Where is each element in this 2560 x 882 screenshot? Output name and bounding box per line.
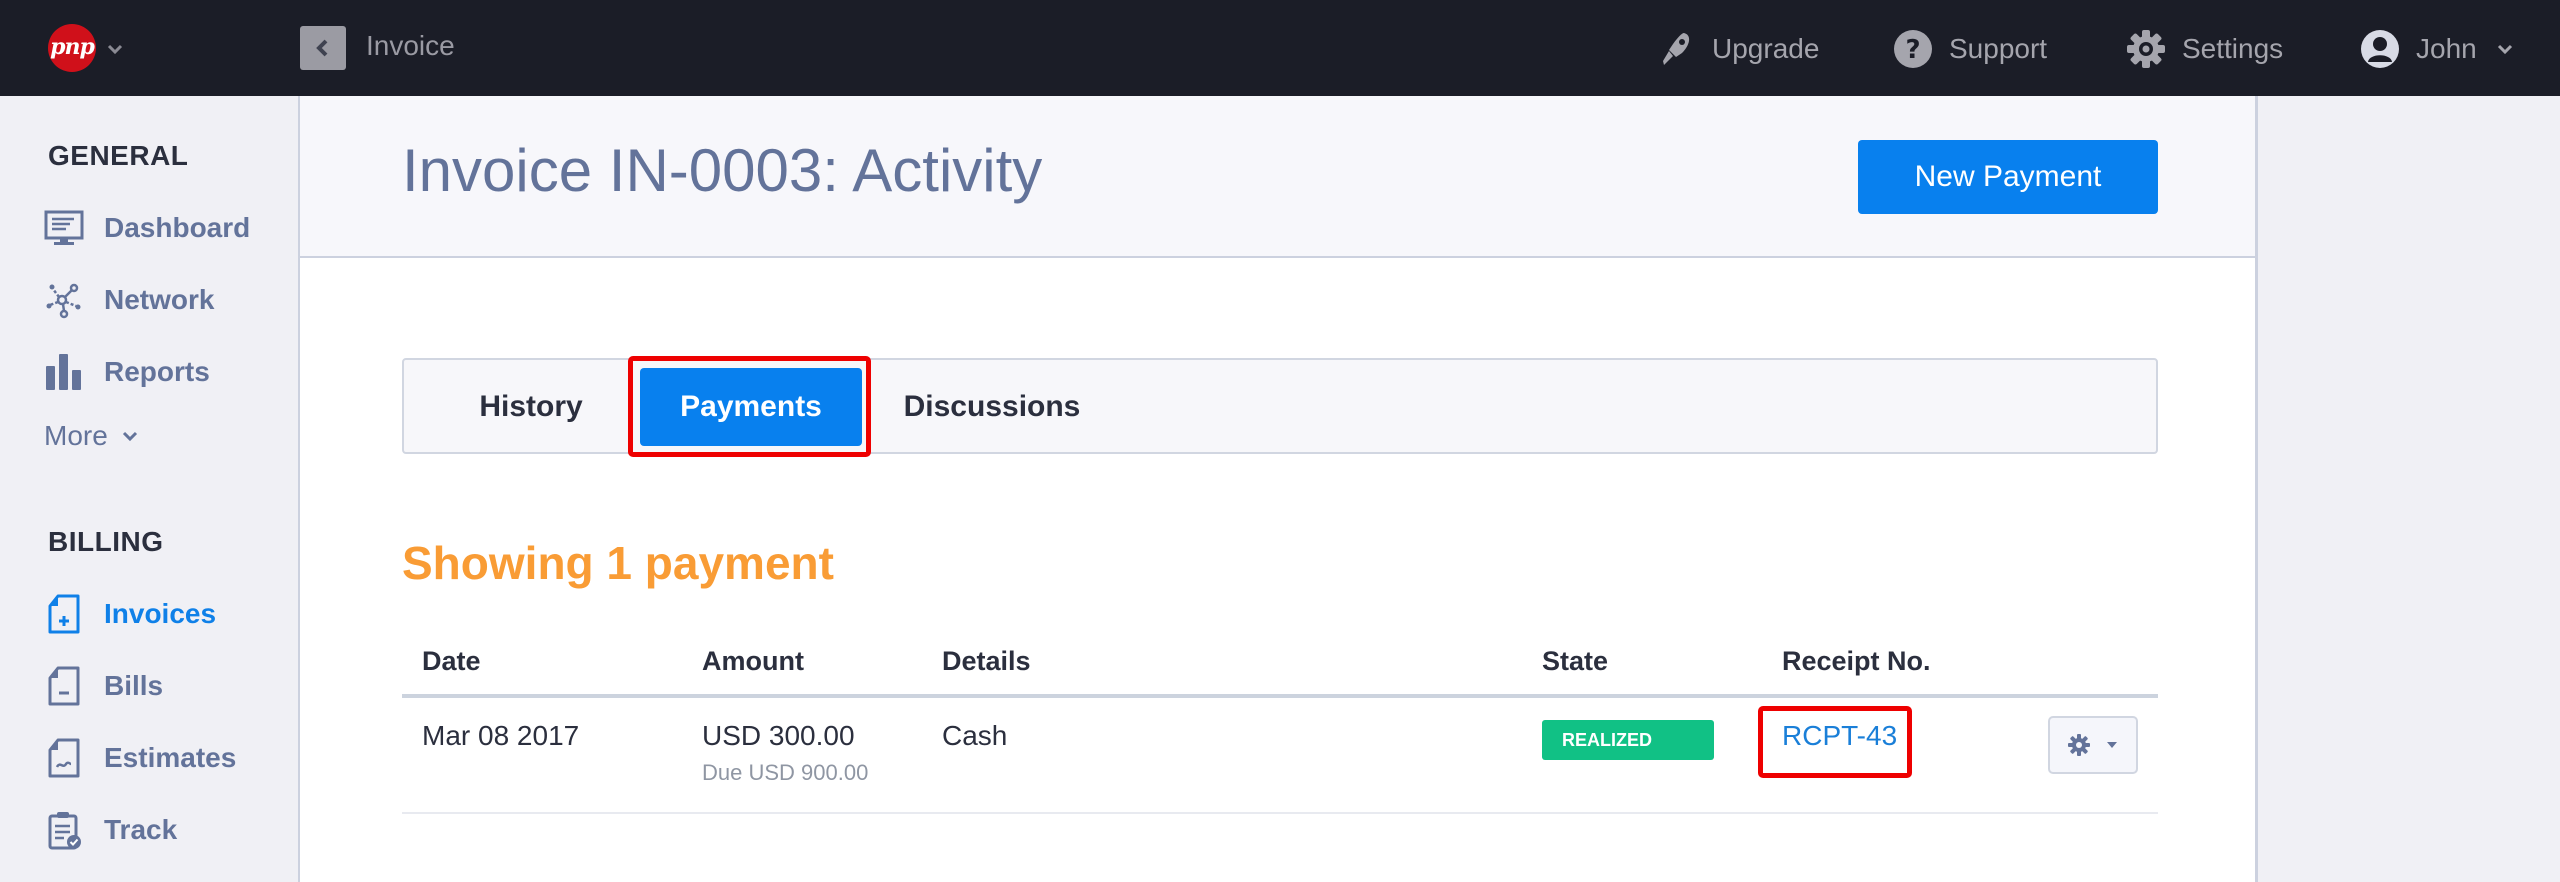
table-row-divider xyxy=(402,812,2158,814)
tab-payments[interactable]: Payments xyxy=(640,368,862,446)
table-header-divider xyxy=(402,694,2158,698)
bar-chart-icon xyxy=(44,352,84,392)
caret-down-icon xyxy=(2107,742,2117,748)
section-title-billing: BILLING xyxy=(48,526,164,557)
breadcrumb[interactable]: Invoice xyxy=(366,30,455,62)
sidebar-item-label: Estimates xyxy=(104,742,237,773)
invoice-plus-icon xyxy=(44,594,84,634)
page-header: Invoice IN-0003: Activity New Payment xyxy=(300,96,2255,258)
payment-due: Due USD 900.00 xyxy=(702,760,869,785)
gear-icon xyxy=(2068,734,2090,756)
status-badge: REALIZED xyxy=(1542,720,1714,760)
support-label: Support xyxy=(1949,33,2048,64)
svg-text:?: ? xyxy=(1905,35,1920,65)
more-toggle[interactable]: More xyxy=(44,420,140,452)
sidebar-item-dashboard[interactable]: Dashboard xyxy=(44,206,250,250)
upgrade-link[interactable]: Upgrade xyxy=(1656,28,1819,70)
sidebar-item-estimates[interactable]: Estimates xyxy=(44,736,236,780)
column-header-date: Date xyxy=(422,646,481,676)
user-menu[interactable]: John xyxy=(2360,28,2531,70)
tab-discussions[interactable]: Discussions xyxy=(892,368,1092,446)
more-label: More xyxy=(44,420,108,451)
chevron-down-icon xyxy=(2497,44,2512,55)
user-name: John xyxy=(2416,33,2477,64)
payment-amount: USD 300.00 xyxy=(702,720,855,751)
main-content: Invoice IN-0003: Activity New Payment Hi… xyxy=(300,96,2258,882)
row-actions-dropdown[interactable] xyxy=(2048,716,2138,774)
network-icon xyxy=(44,280,84,320)
tab-history[interactable]: History xyxy=(456,368,606,446)
clipboard-check-icon xyxy=(44,810,84,850)
column-header-amount: Amount xyxy=(702,646,804,676)
settings-link[interactable]: Settings xyxy=(2126,28,2283,70)
top-bar: pnp Invoice Upgrade ? Support Settings J… xyxy=(0,0,2560,96)
sidebar-item-track[interactable]: Track xyxy=(44,808,177,852)
sidebar-item-bills[interactable]: Bills xyxy=(44,664,163,708)
upgrade-label: Upgrade xyxy=(1712,33,1820,64)
app-logo[interactable]: pnp xyxy=(48,24,96,72)
new-payment-button[interactable]: New Payment xyxy=(1858,140,2158,214)
page-title: Invoice IN-0003: Activity xyxy=(402,137,1043,204)
sidebar: GENERAL Dashboard Network Reports More B… xyxy=(0,96,300,882)
chevron-down-icon[interactable] xyxy=(104,38,126,60)
receipt-link[interactable]: RCPT-43 xyxy=(1782,720,1897,752)
sidebar-item-label: Track xyxy=(104,814,178,845)
user-avatar-icon xyxy=(2361,30,2399,68)
sidebar-item-label: Invoices xyxy=(104,598,217,629)
payment-details: Cash xyxy=(942,720,1008,751)
sidebar-item-label: Dashboard xyxy=(104,212,251,243)
section-title-general: GENERAL xyxy=(48,140,189,171)
sidebar-item-label: Network xyxy=(104,284,215,315)
settings-label: Settings xyxy=(2182,33,2284,64)
back-button[interactable] xyxy=(300,26,346,70)
estimate-icon xyxy=(44,738,84,778)
question-circle-icon: ? xyxy=(1894,30,1932,68)
support-link[interactable]: ? Support xyxy=(1893,28,2047,70)
sidebar-item-label: Reports xyxy=(104,356,210,387)
monitor-icon xyxy=(44,208,84,248)
column-header-receipt: Receipt No. xyxy=(1782,646,1931,676)
sidebar-item-reports[interactable]: Reports xyxy=(44,350,210,394)
column-header-details: Details xyxy=(942,646,1031,676)
sidebar-item-network[interactable]: Network xyxy=(44,278,214,322)
results-count: Showing 1 payment xyxy=(402,537,834,589)
sidebar-item-label: Bills xyxy=(104,670,164,701)
column-header-state: State xyxy=(1542,646,1609,676)
payment-date: Mar 08 2017 xyxy=(422,720,580,751)
chevron-left-icon xyxy=(316,39,328,57)
chevron-down-icon xyxy=(122,431,137,442)
tab-bar: History Payments Discussions xyxy=(402,358,2158,454)
sidebar-item-invoices[interactable]: Invoices xyxy=(44,592,216,636)
rocket-icon xyxy=(1663,33,1690,65)
bill-minus-icon xyxy=(44,666,84,706)
gear-icon xyxy=(2127,30,2165,68)
